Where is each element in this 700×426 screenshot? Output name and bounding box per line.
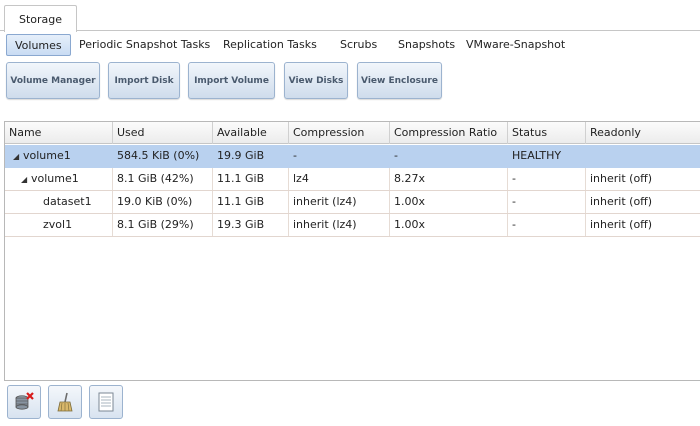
row-used: 584.5 KiB (0%) [113, 145, 213, 167]
column-header-available[interactable]: Available [213, 122, 289, 144]
table-row[interactable]: ◢ volume1 8.1 GiB (42%) 11.1 GiB lz4 8.27… [5, 168, 700, 191]
sub-tab-bar: Volumes Periodic Snapshot Tasks Replicat… [0, 32, 700, 58]
volume-status-button[interactable] [89, 385, 123, 419]
tab-scrubs[interactable]: Scrubs [340, 34, 377, 56]
row-used: 8.1 GiB (29%) [113, 214, 213, 236]
view-enclosure-button[interactable]: View Enclosure [357, 62, 442, 99]
row-available: 19.3 GiB [213, 214, 289, 236]
detach-volume-icon [15, 392, 34, 410]
row-status: - [508, 191, 586, 213]
column-header-status[interactable]: Status [508, 122, 586, 144]
volume-toolbar: Volume Manager Import Disk Import Volume… [0, 60, 700, 104]
table-row[interactable]: zvol1 8.1 GiB (29%) 19.3 GiB inherit (lz… [5, 214, 700, 237]
table-header: Name Used Available Compression Compress… [5, 122, 700, 144]
row-available: 19.9 GiB [213, 145, 289, 167]
top-tab-bar: Storage [0, 0, 700, 32]
row-available: 11.1 GiB [213, 191, 289, 213]
row-compression-ratio: - [390, 145, 508, 167]
row-name-cell: ◢ volume1 [5, 145, 113, 167]
row-readonly [586, 145, 700, 167]
scrub-broom-icon [57, 392, 73, 412]
row-available: 11.1 GiB [213, 168, 289, 190]
volume-manager-button[interactable]: Volume Manager [6, 62, 100, 99]
volume-status-icon [98, 392, 114, 412]
import-disk-button[interactable]: Import Disk [108, 62, 180, 99]
tab-periodic-snapshot-tasks[interactable]: Periodic Snapshot Tasks [79, 34, 210, 56]
view-disks-button[interactable]: View Disks [284, 62, 348, 99]
expand-triangle-icon[interactable]: ◢ [21, 169, 31, 191]
column-header-readonly[interactable]: Readonly [586, 122, 700, 144]
table-row[interactable]: ◢ volume1 584.5 KiB (0%) 19.9 GiB - - HEA… [5, 145, 700, 168]
row-name: dataset1 [5, 191, 113, 213]
expand-triangle-icon[interactable]: ◢ [13, 146, 23, 168]
row-compression: inherit (lz4) [289, 214, 390, 236]
volumes-table: Name Used Available Compression Compress… [4, 121, 700, 381]
tab-volumes[interactable]: Volumes [6, 34, 71, 56]
import-volume-button[interactable]: Import Volume [188, 62, 275, 99]
row-compression: inherit (lz4) [289, 191, 390, 213]
row-name-cell: ◢ volume1 [5, 168, 113, 190]
row-used: 19.0 KiB (0%) [113, 191, 213, 213]
row-used: 8.1 GiB (42%) [113, 168, 213, 190]
column-header-compression[interactable]: Compression [289, 122, 390, 144]
row-status: - [508, 168, 586, 190]
scrub-volume-button[interactable] [48, 385, 82, 419]
row-compression-ratio: 1.00x [390, 191, 508, 213]
row-compression-ratio: 8.27x [390, 168, 508, 190]
row-name: volume1 [23, 149, 71, 162]
column-header-used[interactable]: Used [113, 122, 213, 144]
detach-volume-button[interactable] [7, 385, 41, 419]
tab-snapshots[interactable]: Snapshots [398, 34, 455, 56]
row-compression: lz4 [289, 168, 390, 190]
column-header-name[interactable]: Name [5, 122, 113, 144]
column-header-compression-ratio[interactable]: Compression Ratio [390, 122, 508, 144]
row-name: volume1 [31, 172, 79, 185]
tab-vmware-snapshot[interactable]: VMware-Snapshot [466, 34, 565, 56]
row-status: HEALTHY [508, 145, 586, 167]
tab-storage[interactable]: Storage [4, 5, 77, 32]
row-status: - [508, 214, 586, 236]
row-readonly: inherit (off) [590, 195, 653, 208]
row-readonly: inherit (off) [590, 172, 653, 185]
row-compression-ratio: 1.00x [390, 214, 508, 236]
bottom-action-bar [0, 381, 700, 426]
table-row[interactable]: dataset1 19.0 KiB (0%) 11.1 GiB inherit … [5, 191, 700, 214]
row-readonly: inherit (off) [590, 218, 653, 231]
tab-replication-tasks[interactable]: Replication Tasks [223, 34, 317, 56]
row-name: zvol1 [5, 214, 113, 236]
row-compression: - [289, 145, 390, 167]
